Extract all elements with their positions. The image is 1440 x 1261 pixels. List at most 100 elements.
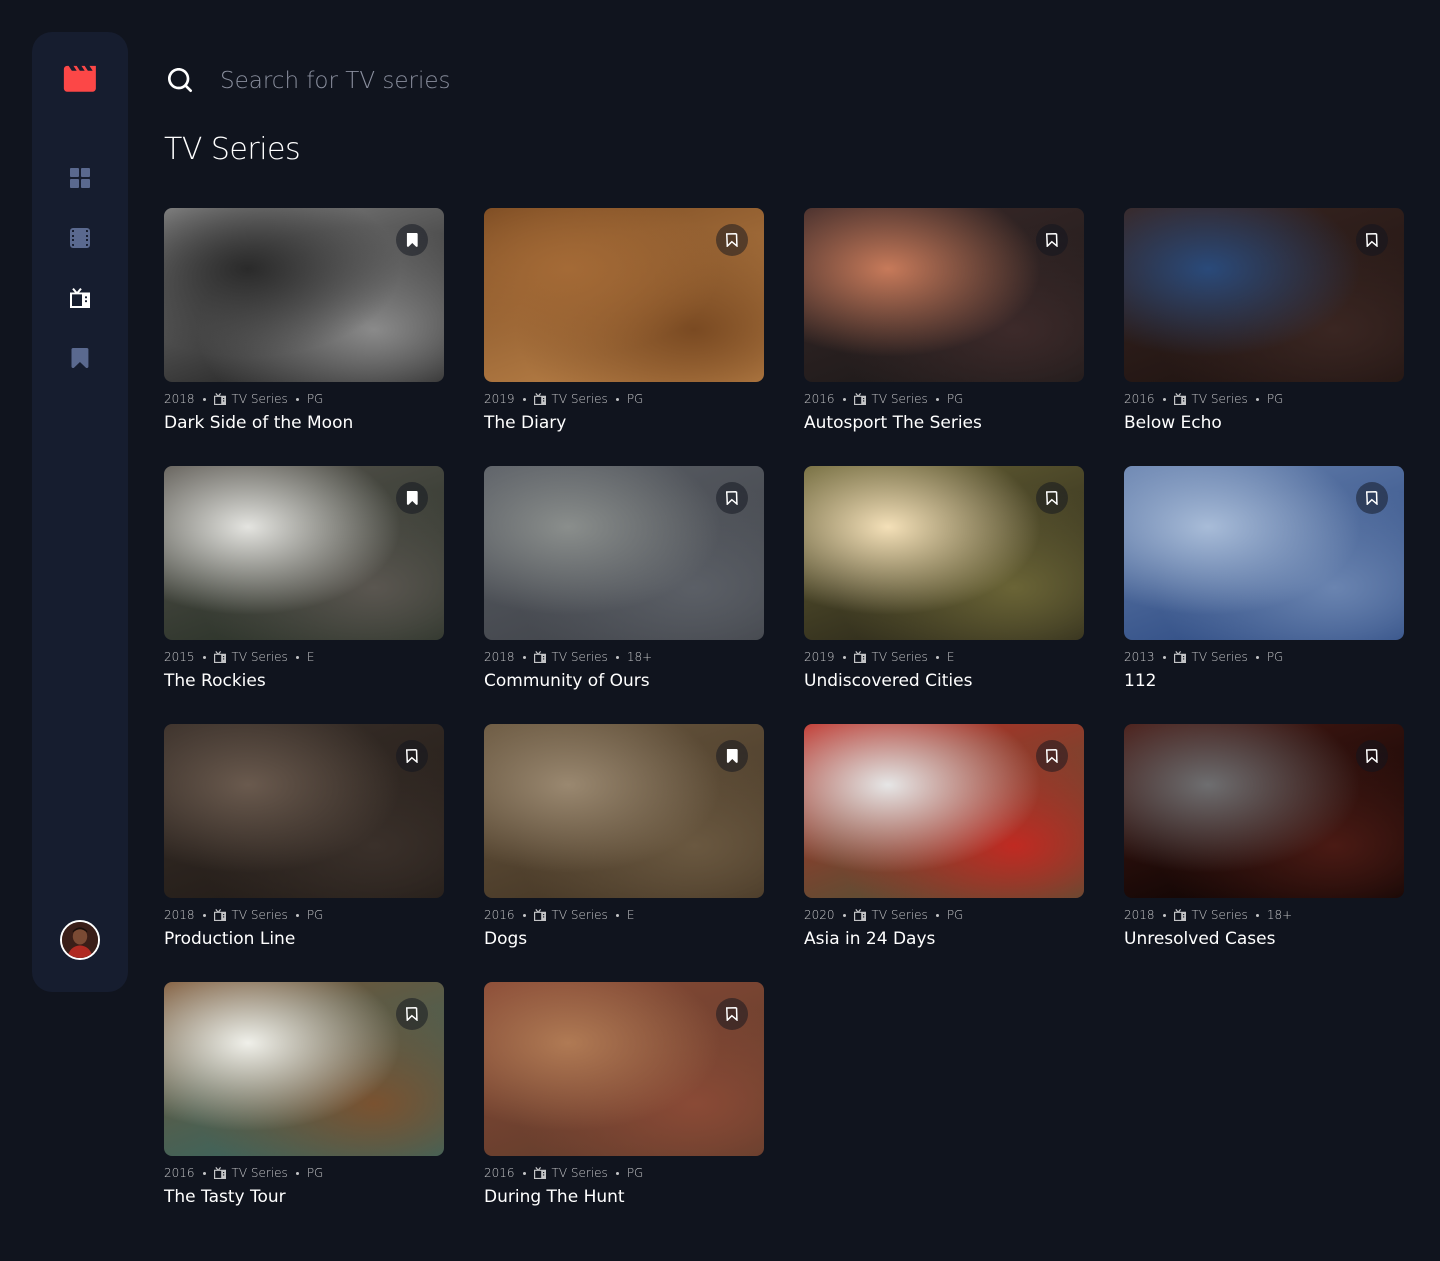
- grid-icon[interactable]: [70, 168, 90, 188]
- show-card: 2013 TV Series PG 112: [1124, 466, 1404, 694]
- show-year: 2016: [484, 908, 515, 922]
- show-year: 2019: [484, 392, 515, 406]
- show-year: 2013: [1124, 650, 1155, 664]
- show-category: TV Series: [871, 908, 928, 922]
- avatar-image: [62, 922, 98, 958]
- separator-dot: [615, 913, 619, 917]
- show-rating: PG: [946, 392, 964, 406]
- show-card: 2016 TV Series PG During The Hunt: [484, 982, 764, 1210]
- show-title[interactable]: Production Line: [164, 929, 444, 949]
- separator-dot: [1162, 655, 1166, 659]
- show-thumbnail[interactable]: [484, 466, 764, 640]
- show-title[interactable]: Asia in 24 Days: [804, 929, 1084, 949]
- bookmark-button[interactable]: [716, 482, 748, 514]
- page-title: TV Series: [164, 132, 301, 167]
- show-year: 2016: [804, 392, 835, 406]
- separator-dot: [522, 1171, 526, 1175]
- show-thumbnail[interactable]: [484, 724, 764, 898]
- show-thumbnail[interactable]: [804, 724, 1084, 898]
- bookmark-icon[interactable]: [70, 348, 90, 368]
- bookmark-button[interactable]: [1036, 482, 1068, 514]
- separator-dot: [842, 913, 846, 917]
- bookmark-button[interactable]: [1356, 482, 1388, 514]
- show-thumbnail[interactable]: [484, 208, 764, 382]
- clapperboard-logo-icon[interactable]: [63, 65, 96, 93]
- show-title[interactable]: Dogs: [484, 929, 764, 949]
- bookmark-button[interactable]: [396, 998, 428, 1030]
- show-title[interactable]: The Rockies: [164, 671, 444, 691]
- film-icon[interactable]: [70, 228, 90, 248]
- show-rating: PG: [306, 1166, 324, 1180]
- tv-category-icon: [1173, 651, 1186, 663]
- show-title[interactable]: Below Echo: [1124, 413, 1404, 433]
- show-rating: PG: [306, 908, 324, 922]
- show-title[interactable]: The Tasty Tour: [164, 1187, 444, 1207]
- separator-dot: [1255, 655, 1259, 659]
- tv-category-icon: [1173, 909, 1186, 921]
- show-year: 2016: [164, 1166, 195, 1180]
- show-meta: 2016 TV Series E: [484, 907, 764, 923]
- show-meta: 2019 TV Series PG: [484, 391, 764, 407]
- show-rating: PG: [306, 392, 324, 406]
- tv-category-icon: [1173, 393, 1186, 405]
- show-card: 2016 TV Series E Dogs: [484, 724, 764, 952]
- show-meta: 2013 TV Series PG: [1124, 649, 1404, 665]
- bookmark-button[interactable]: [1036, 224, 1068, 256]
- show-thumbnail[interactable]: [804, 466, 1084, 640]
- bookmark-button[interactable]: [716, 224, 748, 256]
- show-thumbnail[interactable]: [484, 982, 764, 1156]
- show-meta: 2020 TV Series PG: [804, 907, 1084, 923]
- show-rating: E: [626, 908, 635, 922]
- show-thumbnail[interactable]: [164, 982, 444, 1156]
- bookmark-button[interactable]: [1356, 224, 1388, 256]
- separator-dot: [842, 655, 846, 659]
- show-thumbnail[interactable]: [1124, 466, 1404, 640]
- bookmark-button[interactable]: [716, 998, 748, 1030]
- show-title[interactable]: Undiscovered Cities: [804, 671, 1084, 691]
- show-category: TV Series: [1191, 392, 1248, 406]
- show-category: TV Series: [871, 392, 928, 406]
- show-thumbnail[interactable]: [1124, 208, 1404, 382]
- show-card: 2018 TV Series PG Dark Side of the Moon: [164, 208, 444, 436]
- bookmark-button[interactable]: [716, 740, 748, 772]
- bookmark-button[interactable]: [1036, 740, 1068, 772]
- show-thumbnail[interactable]: [164, 466, 444, 640]
- bookmark-filled-icon: [726, 749, 738, 763]
- show-thumbnail[interactable]: [804, 208, 1084, 382]
- show-rating: E: [946, 650, 955, 664]
- show-thumbnail[interactable]: [1124, 724, 1404, 898]
- bookmark-button[interactable]: [396, 740, 428, 772]
- show-card: 2016 TV Series PG The Tasty Tour: [164, 982, 444, 1210]
- separator-dot: [295, 397, 299, 401]
- show-title[interactable]: Dark Side of the Moon: [164, 413, 444, 433]
- show-rating: PG: [946, 908, 964, 922]
- show-rating: 18+: [1266, 908, 1293, 922]
- show-category: TV Series: [1191, 650, 1248, 664]
- tv-category-icon: [853, 651, 866, 663]
- search-input[interactable]: [220, 64, 820, 98]
- tv-category-icon: [213, 393, 226, 405]
- search-icon: [168, 68, 193, 93]
- bookmark-button[interactable]: [396, 224, 428, 256]
- show-meta: 2015 TV Series E: [164, 649, 444, 665]
- show-thumbnail[interactable]: [164, 724, 444, 898]
- show-thumbnail[interactable]: [164, 208, 444, 382]
- separator-dot: [935, 655, 939, 659]
- bookmark-empty-icon: [726, 1007, 738, 1021]
- tv-category-icon: [533, 393, 546, 405]
- show-category: TV Series: [231, 650, 288, 664]
- show-title[interactable]: During The Hunt: [484, 1187, 764, 1207]
- show-title[interactable]: Autosport The Series: [804, 413, 1084, 433]
- user-avatar[interactable]: [60, 920, 100, 960]
- show-title[interactable]: Community of Ours: [484, 671, 764, 691]
- bookmark-button[interactable]: [1356, 740, 1388, 772]
- show-title[interactable]: 112: [1124, 671, 1404, 691]
- bookmark-empty-icon: [406, 749, 418, 763]
- bookmark-button[interactable]: [396, 482, 428, 514]
- show-category: TV Series: [551, 650, 608, 664]
- tv-icon[interactable]: [70, 288, 90, 308]
- show-meta: 2019 TV Series E: [804, 649, 1084, 665]
- show-title[interactable]: Unresolved Cases: [1124, 929, 1404, 949]
- show-title[interactable]: The Diary: [484, 413, 764, 433]
- show-rating: PG: [1266, 650, 1284, 664]
